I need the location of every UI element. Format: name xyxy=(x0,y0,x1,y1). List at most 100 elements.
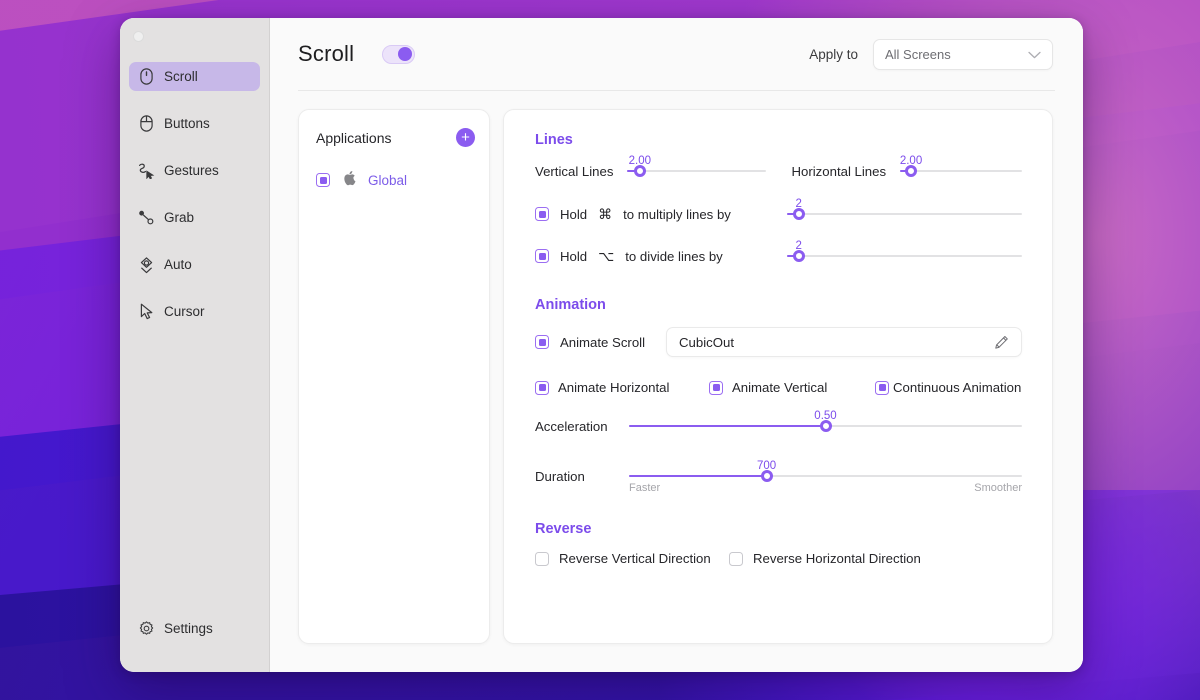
applications-panel: Applications + Global xyxy=(298,109,490,644)
sidebar-item-label: Buttons xyxy=(164,116,210,131)
slider-knob[interactable] xyxy=(820,420,832,432)
page-header: Scroll Apply to All Screens xyxy=(270,18,1083,90)
app-window: Scroll Buttons xyxy=(120,18,1083,672)
duration-slider[interactable]: 700 Faster Smoother xyxy=(629,467,1022,485)
sidebar-item-scroll[interactable]: Scroll xyxy=(129,62,260,91)
sidebar-item-gestures[interactable]: Gestures xyxy=(129,156,260,185)
lines-top-row: Vertical Lines 2.00 Horizontal Lines xyxy=(535,162,1022,180)
easing-input[interactable]: CubicOut xyxy=(666,327,1022,357)
slider-track xyxy=(627,170,765,172)
gesture-swipe-icon xyxy=(138,162,155,179)
settings-label: Settings xyxy=(164,621,213,636)
checkbox-fill xyxy=(713,384,720,391)
continuous-animation-checkbox[interactable] xyxy=(875,381,889,395)
divide-lines-label: to divide lines by xyxy=(625,249,723,264)
continuous-animation-label: Continuous Animation xyxy=(893,380,1021,395)
sidebar-item-label: Gestures xyxy=(164,163,219,178)
settings-panel: Lines Vertical Lines 2.00 Horizontal Lin… xyxy=(503,109,1053,644)
animate-horizontal-group: Animate Horizontal xyxy=(535,380,709,395)
applications-title: Applications xyxy=(316,130,392,146)
apple-logo-icon xyxy=(342,170,356,191)
reverse-vertical-checkbox[interactable] xyxy=(535,552,549,566)
section-title-reverse: Reverse xyxy=(535,521,1022,537)
slider-knob[interactable] xyxy=(634,165,646,177)
application-name: Global xyxy=(368,173,407,188)
animate-vertical-checkbox[interactable] xyxy=(709,381,723,395)
animate-horizontal-label: Animate Horizontal xyxy=(558,380,669,395)
slider-knob[interactable] xyxy=(905,165,917,177)
option-key-icon: ⌥ xyxy=(598,248,614,265)
animate-scroll-row: Animate Scroll CubicOut xyxy=(535,327,1022,357)
slider-fill xyxy=(629,475,767,478)
cursor-pointer-icon xyxy=(138,303,155,320)
animate-scroll-checkbox[interactable] xyxy=(535,335,549,349)
reverse-horizontal-label: Reverse Horizontal Direction xyxy=(753,551,921,566)
grab-drag-icon xyxy=(138,209,155,226)
slider-knob[interactable] xyxy=(793,208,805,220)
header-right-group: Apply to All Screens xyxy=(809,39,1053,70)
sidebar-item-label: Auto xyxy=(164,257,192,272)
easing-value: CubicOut xyxy=(679,335,734,350)
applications-header: Applications + xyxy=(299,128,489,147)
slider-track xyxy=(787,213,1022,215)
multiply-lines-slider[interactable]: 2 xyxy=(787,205,1022,223)
slider-track xyxy=(900,170,1022,172)
slider-knob[interactable] xyxy=(793,250,805,262)
command-key-icon: ⌘ xyxy=(598,206,612,223)
duration-max-label: Smoother xyxy=(974,482,1022,494)
horizontal-lines-slider[interactable]: 2.00 xyxy=(900,162,1022,180)
sidebar-item-auto[interactable]: Auto xyxy=(129,250,260,279)
sidebar-item-grab[interactable]: Grab xyxy=(129,203,260,232)
window-controls xyxy=(120,18,269,54)
acceleration-row: Acceleration 0.50 xyxy=(535,417,1022,435)
screens-select[interactable]: All Screens xyxy=(873,39,1053,70)
slider-fill xyxy=(629,425,826,428)
mouse-scroll-icon xyxy=(138,68,155,85)
list-item[interactable]: Global xyxy=(299,169,489,191)
duration-row: Duration 700 Faster Smoother xyxy=(535,467,1022,485)
duration-label: Duration xyxy=(535,469,615,484)
horizontal-lines-group: Horizontal Lines 2.00 xyxy=(792,162,1023,180)
divide-lines-row: Hold ⌥ to divide lines by 2 xyxy=(535,247,1022,265)
section-title-animation: Animation xyxy=(535,297,1022,313)
screens-select-value: All Screens xyxy=(885,47,951,62)
multiply-lines-checkbox[interactable] xyxy=(535,207,549,221)
animate-horizontal-checkbox[interactable] xyxy=(535,381,549,395)
sidebar-item-buttons[interactable]: Buttons xyxy=(129,109,260,138)
main-content: Scroll Apply to All Screens xyxy=(270,18,1083,672)
apply-to-label: Apply to xyxy=(809,47,858,62)
slider-knob[interactable] xyxy=(761,470,773,482)
divide-lines-checkbox[interactable] xyxy=(535,249,549,263)
section-title-lines: Lines xyxy=(535,132,1022,148)
multiply-hold-text: Hold xyxy=(560,207,587,222)
animation-toggles-row: Animate Horizontal Animate Vertical Cont… xyxy=(535,380,1022,395)
reverse-vertical-group: Reverse Vertical Direction xyxy=(535,551,729,566)
vertical-lines-slider[interactable]: 2.00 xyxy=(627,162,765,180)
content-columns: Applications + Global xyxy=(270,91,1083,672)
gear-icon xyxy=(138,620,155,637)
reverse-vertical-label: Reverse Vertical Direction xyxy=(559,551,711,566)
mouse-buttons-icon xyxy=(138,115,155,132)
continuous-animation-group: Continuous Animation xyxy=(875,380,1021,395)
reverse-horizontal-checkbox[interactable] xyxy=(729,552,743,566)
duration-min-label: Faster xyxy=(629,482,660,494)
sidebar: Scroll Buttons xyxy=(120,18,270,672)
checkbox-fill xyxy=(539,339,546,346)
slider-track xyxy=(787,255,1022,257)
add-application-button[interactable]: + xyxy=(456,128,475,147)
checkbox-fill xyxy=(320,177,327,184)
divide-lines-slider[interactable]: 2 xyxy=(787,247,1022,265)
sidebar-item-cursor[interactable]: Cursor xyxy=(129,297,260,326)
application-enabled-checkbox[interactable] xyxy=(316,173,330,187)
sidebar-item-label: Grab xyxy=(164,210,194,225)
toggle-knob xyxy=(398,47,412,61)
multiply-lines-label: to multiply lines by xyxy=(623,207,731,222)
sidebar-item-label: Cursor xyxy=(164,304,205,319)
sidebar-item-settings[interactable]: Settings xyxy=(129,614,222,642)
acceleration-slider[interactable]: 0.50 xyxy=(629,417,1022,435)
pencil-icon[interactable] xyxy=(994,335,1009,350)
animate-vertical-label: Animate Vertical xyxy=(732,380,827,395)
window-close-dot[interactable] xyxy=(133,31,144,42)
page-title: Scroll xyxy=(298,41,354,67)
scroll-master-toggle[interactable] xyxy=(382,45,415,64)
